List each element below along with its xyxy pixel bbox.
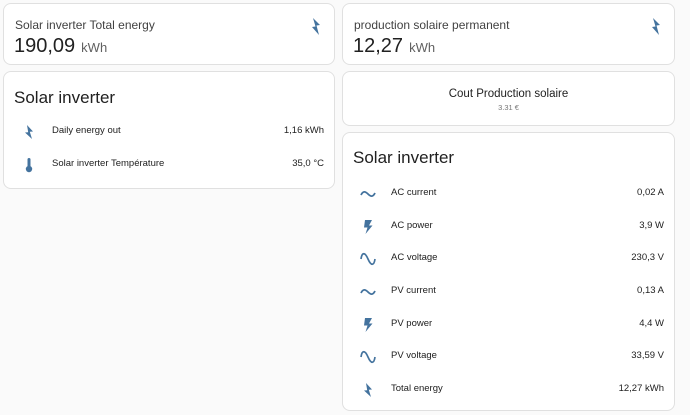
sensor-value: 12,27 kWh	[353, 35, 435, 58]
thermometer-icon	[20, 156, 38, 174]
sine-wave-icon	[359, 348, 377, 366]
sensor-unit: kWh	[81, 40, 108, 55]
cout-production-card[interactable]: Cout Production solaire 3.31 €	[342, 71, 675, 126]
entity-value: 35,0 °C	[292, 158, 324, 169]
entity-row-ac-current[interactable]: AC current 0,02 A	[343, 181, 674, 207]
entity-row-pv-power[interactable]: PV power 4,4 W	[343, 312, 674, 338]
sensor-value: 190,09 kWh	[14, 35, 107, 58]
lightning-bolt-icon	[310, 18, 322, 35]
entity-value: 0,02 A	[637, 187, 664, 198]
entity-row-pv-current[interactable]: PV current 0,13 A	[343, 279, 674, 305]
current-ac-icon	[359, 283, 377, 301]
sensor-value-number: 190,09	[14, 35, 76, 57]
entity-label: PV voltage	[391, 350, 437, 361]
card-title: Solar inverter	[353, 148, 455, 167]
entity-label: Daily energy out	[52, 125, 121, 136]
sensor-unit: kWh	[409, 40, 436, 55]
entity-label: PV current	[391, 285, 436, 296]
flash-icon	[359, 218, 377, 236]
flash-icon	[359, 316, 377, 334]
sine-wave-icon	[359, 250, 377, 268]
entity-value: 1,16 kWh	[283, 125, 324, 136]
lightning-bolt-icon	[359, 381, 377, 399]
lightning-bolt-icon	[650, 18, 662, 35]
entity-row-daily-energy[interactable]: Daily energy out 1,16 kWh	[4, 119, 334, 145]
cout-title: Cout Production solaire	[448, 88, 569, 100]
entity-row-ac-power[interactable]: AC power 3,9 W	[343, 214, 674, 240]
lightning-bolt-icon	[20, 123, 38, 141]
entity-value: 12,27 kWh	[618, 383, 664, 394]
total-energy-card[interactable]: Solar inverter Total energy 190,09 kWh	[3, 3, 335, 65]
entity-value: 33,59 V	[631, 350, 664, 361]
entity-label: AC current	[391, 187, 437, 198]
solar-inverter-entities-card-left: Solar inverter Daily energy out 1,16 kWh…	[3, 71, 335, 189]
sensor-name: production solaire permanent	[354, 18, 510, 32]
sensor-value-number: 12,27	[353, 35, 404, 57]
card-title: Solar inverter	[14, 88, 116, 107]
entity-row-temperature[interactable]: Solar inverter Température 35,0 °C	[4, 152, 334, 178]
entity-value: 230,3 V	[631, 252, 664, 263]
entity-label: Total energy	[391, 383, 443, 394]
production-solaire-card[interactable]: production solaire permanent 12,27 kWh	[342, 3, 675, 65]
entity-value: 4,4 W	[639, 318, 664, 329]
cout-value: 3.31 €	[498, 103, 519, 112]
entity-value: 0,13 A	[637, 285, 664, 296]
entity-row-total-energy[interactable]: Total energy 12,27 kWh	[343, 377, 674, 403]
solar-inverter-entities-card-right: Solar inverter AC current 0,02 A AC powe…	[342, 132, 675, 411]
entity-label: AC power	[391, 220, 433, 231]
entity-label: AC voltage	[391, 252, 438, 263]
current-ac-icon	[359, 185, 377, 203]
entity-row-ac-voltage[interactable]: AC voltage 230,3 V	[343, 246, 674, 272]
entity-label: Solar inverter Température	[52, 158, 165, 169]
entity-value: 3,9 W	[639, 220, 664, 231]
entity-label: PV power	[391, 318, 433, 329]
entity-row-pv-voltage[interactable]: PV voltage 33,59 V	[343, 344, 674, 370]
sensor-name: Solar inverter Total energy	[15, 18, 155, 32]
